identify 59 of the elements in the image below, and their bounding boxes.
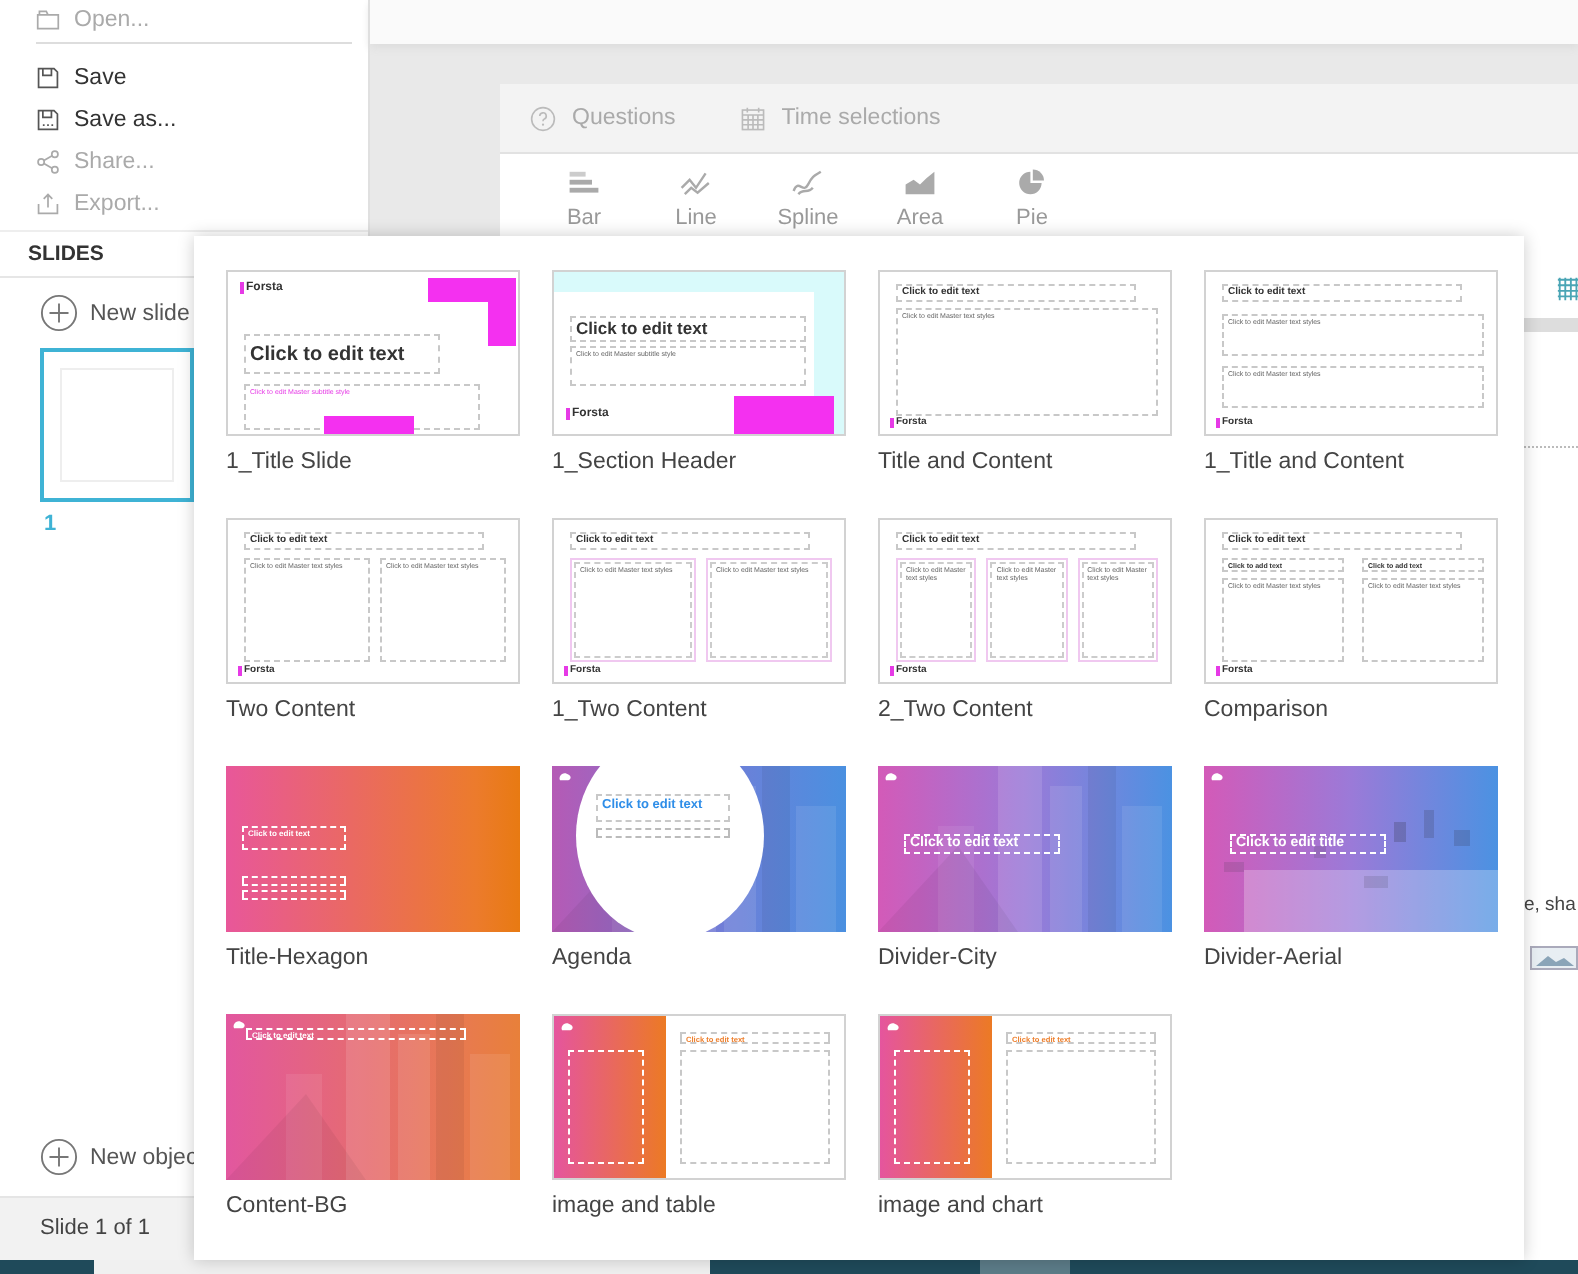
body-text: e, sha (1524, 894, 1576, 916)
layout-name: Two Content (226, 698, 356, 722)
logo-icon (558, 772, 572, 782)
menu-item[interactable]: Save as... (36, 98, 352, 140)
content-placeholder (242, 890, 346, 900)
chart-type-button[interactable]: Line (660, 168, 732, 230)
chart-type-button[interactable]: Area (884, 168, 956, 230)
calendar-icon (739, 105, 766, 131)
chart-type-button[interactable]: Pie (996, 168, 1068, 230)
image-icon (1530, 946, 1578, 970)
layout-name: Title and Content (878, 450, 1053, 474)
spline-chart-icon (792, 168, 824, 198)
add-icon (40, 1138, 78, 1176)
image-placeholder (894, 1050, 970, 1164)
tab[interactable]: Time selections (739, 105, 941, 131)
folder-icon (36, 8, 60, 32)
logo-icon (232, 1020, 246, 1030)
layout-name: 2_Two Content (878, 698, 1033, 722)
accent-shape (324, 416, 414, 434)
layout-name: 1_Two Content (552, 698, 707, 722)
bar-chart-icon (568, 168, 600, 198)
layout-name: image and chart (878, 1194, 1043, 1218)
chart-type-button[interactable]: Spline (772, 168, 844, 230)
pie-chart-icon (1016, 168, 1048, 198)
layout-name: image and table (552, 1194, 716, 1218)
area-chart-icon (904, 168, 936, 198)
new-slide-button[interactable]: New slide (40, 294, 190, 332)
layout-name: Agenda (552, 946, 632, 970)
slide-number: 1 (44, 512, 57, 536)
line-chart-icon (680, 168, 712, 198)
layout-name: 1_Title and Content (1204, 450, 1404, 474)
menu-item[interactable]: Save (36, 56, 352, 98)
layout-name: Comparison (1204, 698, 1328, 722)
layout-name: Content-BG (226, 1194, 348, 1218)
layout-name: Title-Hexagon (226, 946, 369, 970)
new-object-button[interactable]: New objec (40, 1122, 198, 1176)
title-placeholder: Click to edit text (244, 334, 440, 374)
logo-icon (1210, 772, 1224, 782)
layout-name: Divider-Aerial (1204, 946, 1343, 970)
layout-name: Divider-City (878, 946, 997, 970)
table-icon (1556, 276, 1578, 302)
layout-name: 1_Title Slide (226, 450, 352, 474)
image-placeholder (568, 1050, 644, 1164)
export-icon (36, 191, 60, 215)
logo-icon (886, 1022, 900, 1032)
scroll-bar (1524, 318, 1578, 332)
content-placeholder (242, 876, 346, 886)
content-placeholder (596, 828, 730, 838)
help-icon (530, 105, 556, 131)
tab[interactable]: Questions (530, 105, 676, 131)
logo-icon (884, 772, 898, 782)
slide-thumbnail[interactable] (40, 348, 194, 502)
chart-type-button[interactable]: Bar (548, 168, 620, 230)
share-icon (36, 149, 60, 173)
layout-name: 1_Section Header (552, 450, 737, 474)
add-icon (40, 294, 78, 332)
title-placeholder: Click to edit text (570, 316, 806, 342)
accent-shape (734, 396, 834, 434)
logo-icon (560, 1022, 574, 1032)
